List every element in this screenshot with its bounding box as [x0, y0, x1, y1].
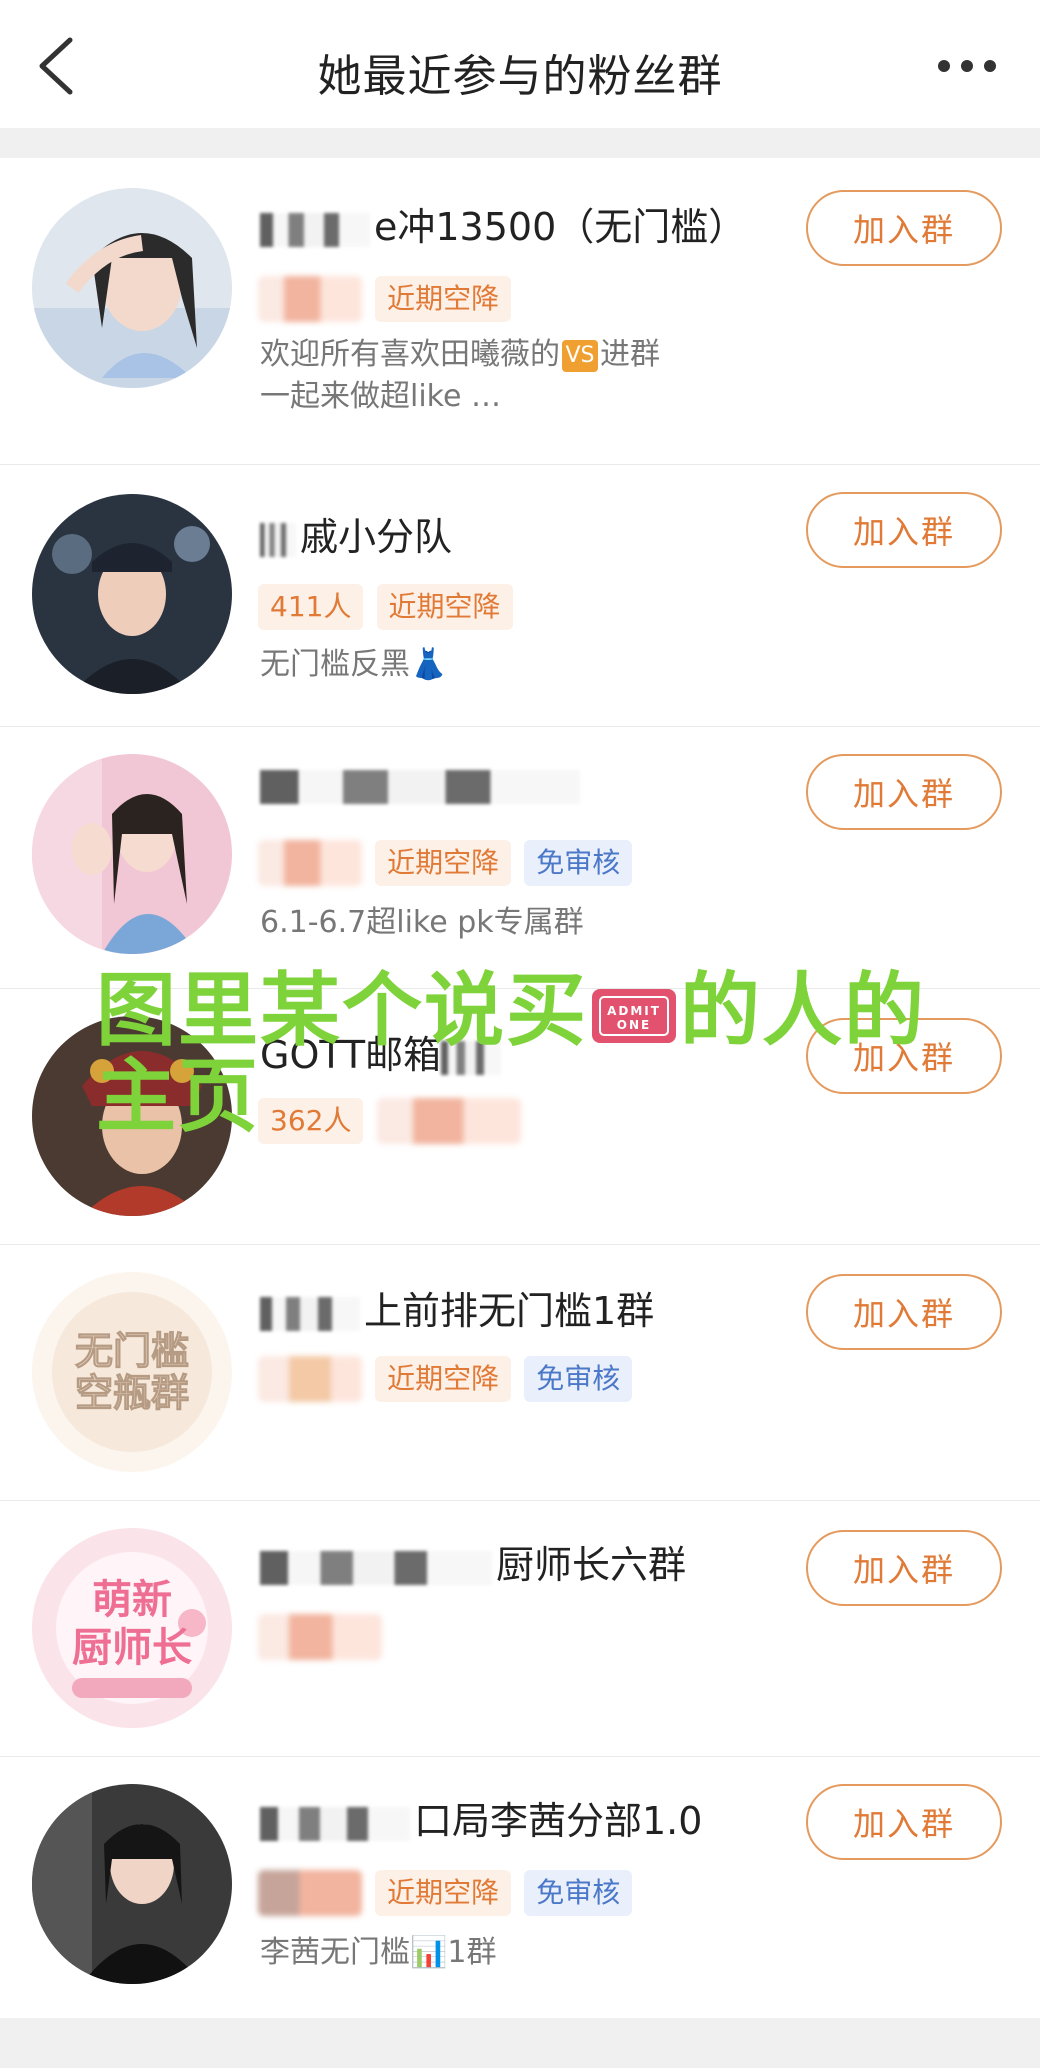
redacted-text [260, 522, 296, 557]
redacted-tag [258, 840, 362, 886]
top-bar: 她最近参与的粉丝群 [0, 0, 1040, 128]
desc-text: 一起来做超like … [260, 379, 501, 414]
list-item[interactable]: e冲13500（无门槛） 近期空降 欢迎所有喜欢田曦薇的 VS 进群 一起来做超li… [0, 158, 1040, 465]
avatar-text-line: 空瓶群 [74, 1371, 189, 1415]
join-group-button[interactable]: 加入群 [806, 1784, 1002, 1860]
group-name [260, 762, 584, 806]
header-gap [0, 128, 1040, 158]
bottom-gap [0, 2018, 1040, 2068]
page-title: 她最近参与的粉丝群 [317, 51, 723, 102]
avatar[interactable] [32, 754, 232, 954]
redacted-text [260, 212, 370, 247]
redacted-tag [258, 1870, 362, 1916]
group-name-text: e冲13500（无门槛） [374, 205, 747, 249]
tag-recent: 近期空降 [375, 1870, 512, 1916]
tag-row: 近期空降 [258, 276, 519, 324]
redacted-tag [258, 1356, 362, 1402]
tag-recent: 近期空降 [375, 1356, 512, 1402]
list-item[interactable]: 无门槛 空瓶群 上前排无门槛1群 近期空降 免审核 加入群 [0, 1244, 1040, 1501]
group-name: e冲13500（无门槛） [260, 196, 746, 251]
group-name: 上前排无门槛1群 [260, 1280, 654, 1335]
group-name-text: 上前排无门槛1群 [364, 1289, 655, 1333]
ticket-text: ADMIT [607, 1004, 661, 1018]
avatar-text-line: 萌新 [92, 1577, 172, 1623]
group-name-text: 戚小分队 [300, 515, 453, 559]
avatar[interactable]: 萌新 厨师长 [32, 1528, 232, 1728]
redacted-text [260, 769, 580, 804]
avatar[interactable]: 无门槛 空瓶群 [32, 1272, 232, 1472]
group-name: 厨师长六群 [260, 1534, 686, 1589]
join-group-button[interactable]: 加入群 [806, 754, 1002, 830]
avatar-text: 萌新 厨师长 [32, 1576, 232, 1672]
group-name: 口局李茜分部1.0 [260, 1790, 702, 1845]
join-group-button[interactable]: 加入群 [806, 1274, 1002, 1350]
tag-no-review: 免审核 [524, 1356, 633, 1402]
list-item[interactable]: 戚小分队 411人 近期空降 无门槛反黑👗 加入群 [0, 464, 1040, 727]
tag-row: 411人 近期空降 [258, 584, 521, 632]
vs-icon: VS [562, 339, 598, 372]
tag-recent: 近期空降 [375, 840, 512, 886]
avatar-text-line: 无门槛 [74, 1329, 189, 1373]
desc-text: 欢迎所有喜欢田曦薇的 [260, 337, 560, 372]
list-item[interactable]: 口局李茜分部1.0 近期空降 免审核 李茜无门槛📊1群 加入群 [0, 1756, 1040, 2018]
more-dots-icon[interactable] [936, 58, 998, 74]
redacted-text [260, 1296, 360, 1331]
tag-row: 近期空降 免审核 [258, 840, 640, 888]
desc-text: 进群 [600, 337, 660, 372]
tag-recent: 近期空降 [375, 276, 512, 322]
tag-row: 近期空降 免审核 [258, 1870, 640, 1918]
ticket-text: ONE [617, 1018, 651, 1032]
group-description: 李茜无门槛📊1群 [260, 1935, 497, 1970]
redacted-tag [258, 1614, 382, 1660]
group-description: 6.1-6.7超like pk专属群 [260, 905, 584, 940]
avatar[interactable] [32, 1784, 232, 1984]
redacted-text [260, 1806, 410, 1841]
tag-no-review: 免审核 [524, 1870, 633, 1916]
group-name-text: 口局李茜分部1.0 [414, 1799, 703, 1843]
tag-recent: 近期空降 [376, 584, 513, 630]
list-item[interactable]: 近期空降 免审核 6.1-6.7超like pk专属群 加入群 [0, 726, 1040, 989]
tag-row: 近期空降 免审核 [258, 1356, 640, 1404]
group-name: 戚小分队 [260, 506, 452, 561]
tag-member-count: 411人 [258, 584, 364, 630]
list-item[interactable]: 萌新 厨师长 厨师长六群 加入群 [0, 1500, 1040, 1757]
tag-row [258, 1614, 390, 1662]
avatar[interactable] [32, 494, 232, 694]
redacted-tag [258, 276, 362, 322]
join-group-button[interactable]: 加入群 [806, 1530, 1002, 1606]
overlay-text: 图里某个说买 [96, 964, 588, 1057]
group-description: 欢迎所有喜欢田曦薇的 VS 进群 一起来做超like … [260, 334, 660, 418]
avatar[interactable] [32, 188, 232, 388]
group-description: 无门槛反黑👗 [260, 647, 448, 682]
join-group-button[interactable]: 加入群 [806, 492, 1002, 568]
avatar-text-line: 厨师长 [72, 1625, 192, 1671]
group-name-text: 厨师长六群 [496, 1543, 687, 1587]
tag-no-review: 免审核 [524, 840, 633, 886]
redacted-text [260, 1550, 492, 1585]
overlay-caption: 图里某个说买 ADMIT ONE 的人的主页 [96, 968, 996, 1140]
avatar-text: 无门槛 空瓶群 [32, 1329, 232, 1415]
admit-one-ticket-icon: ADMIT ONE [588, 983, 680, 1049]
join-group-button[interactable]: 加入群 [806, 190, 1002, 266]
